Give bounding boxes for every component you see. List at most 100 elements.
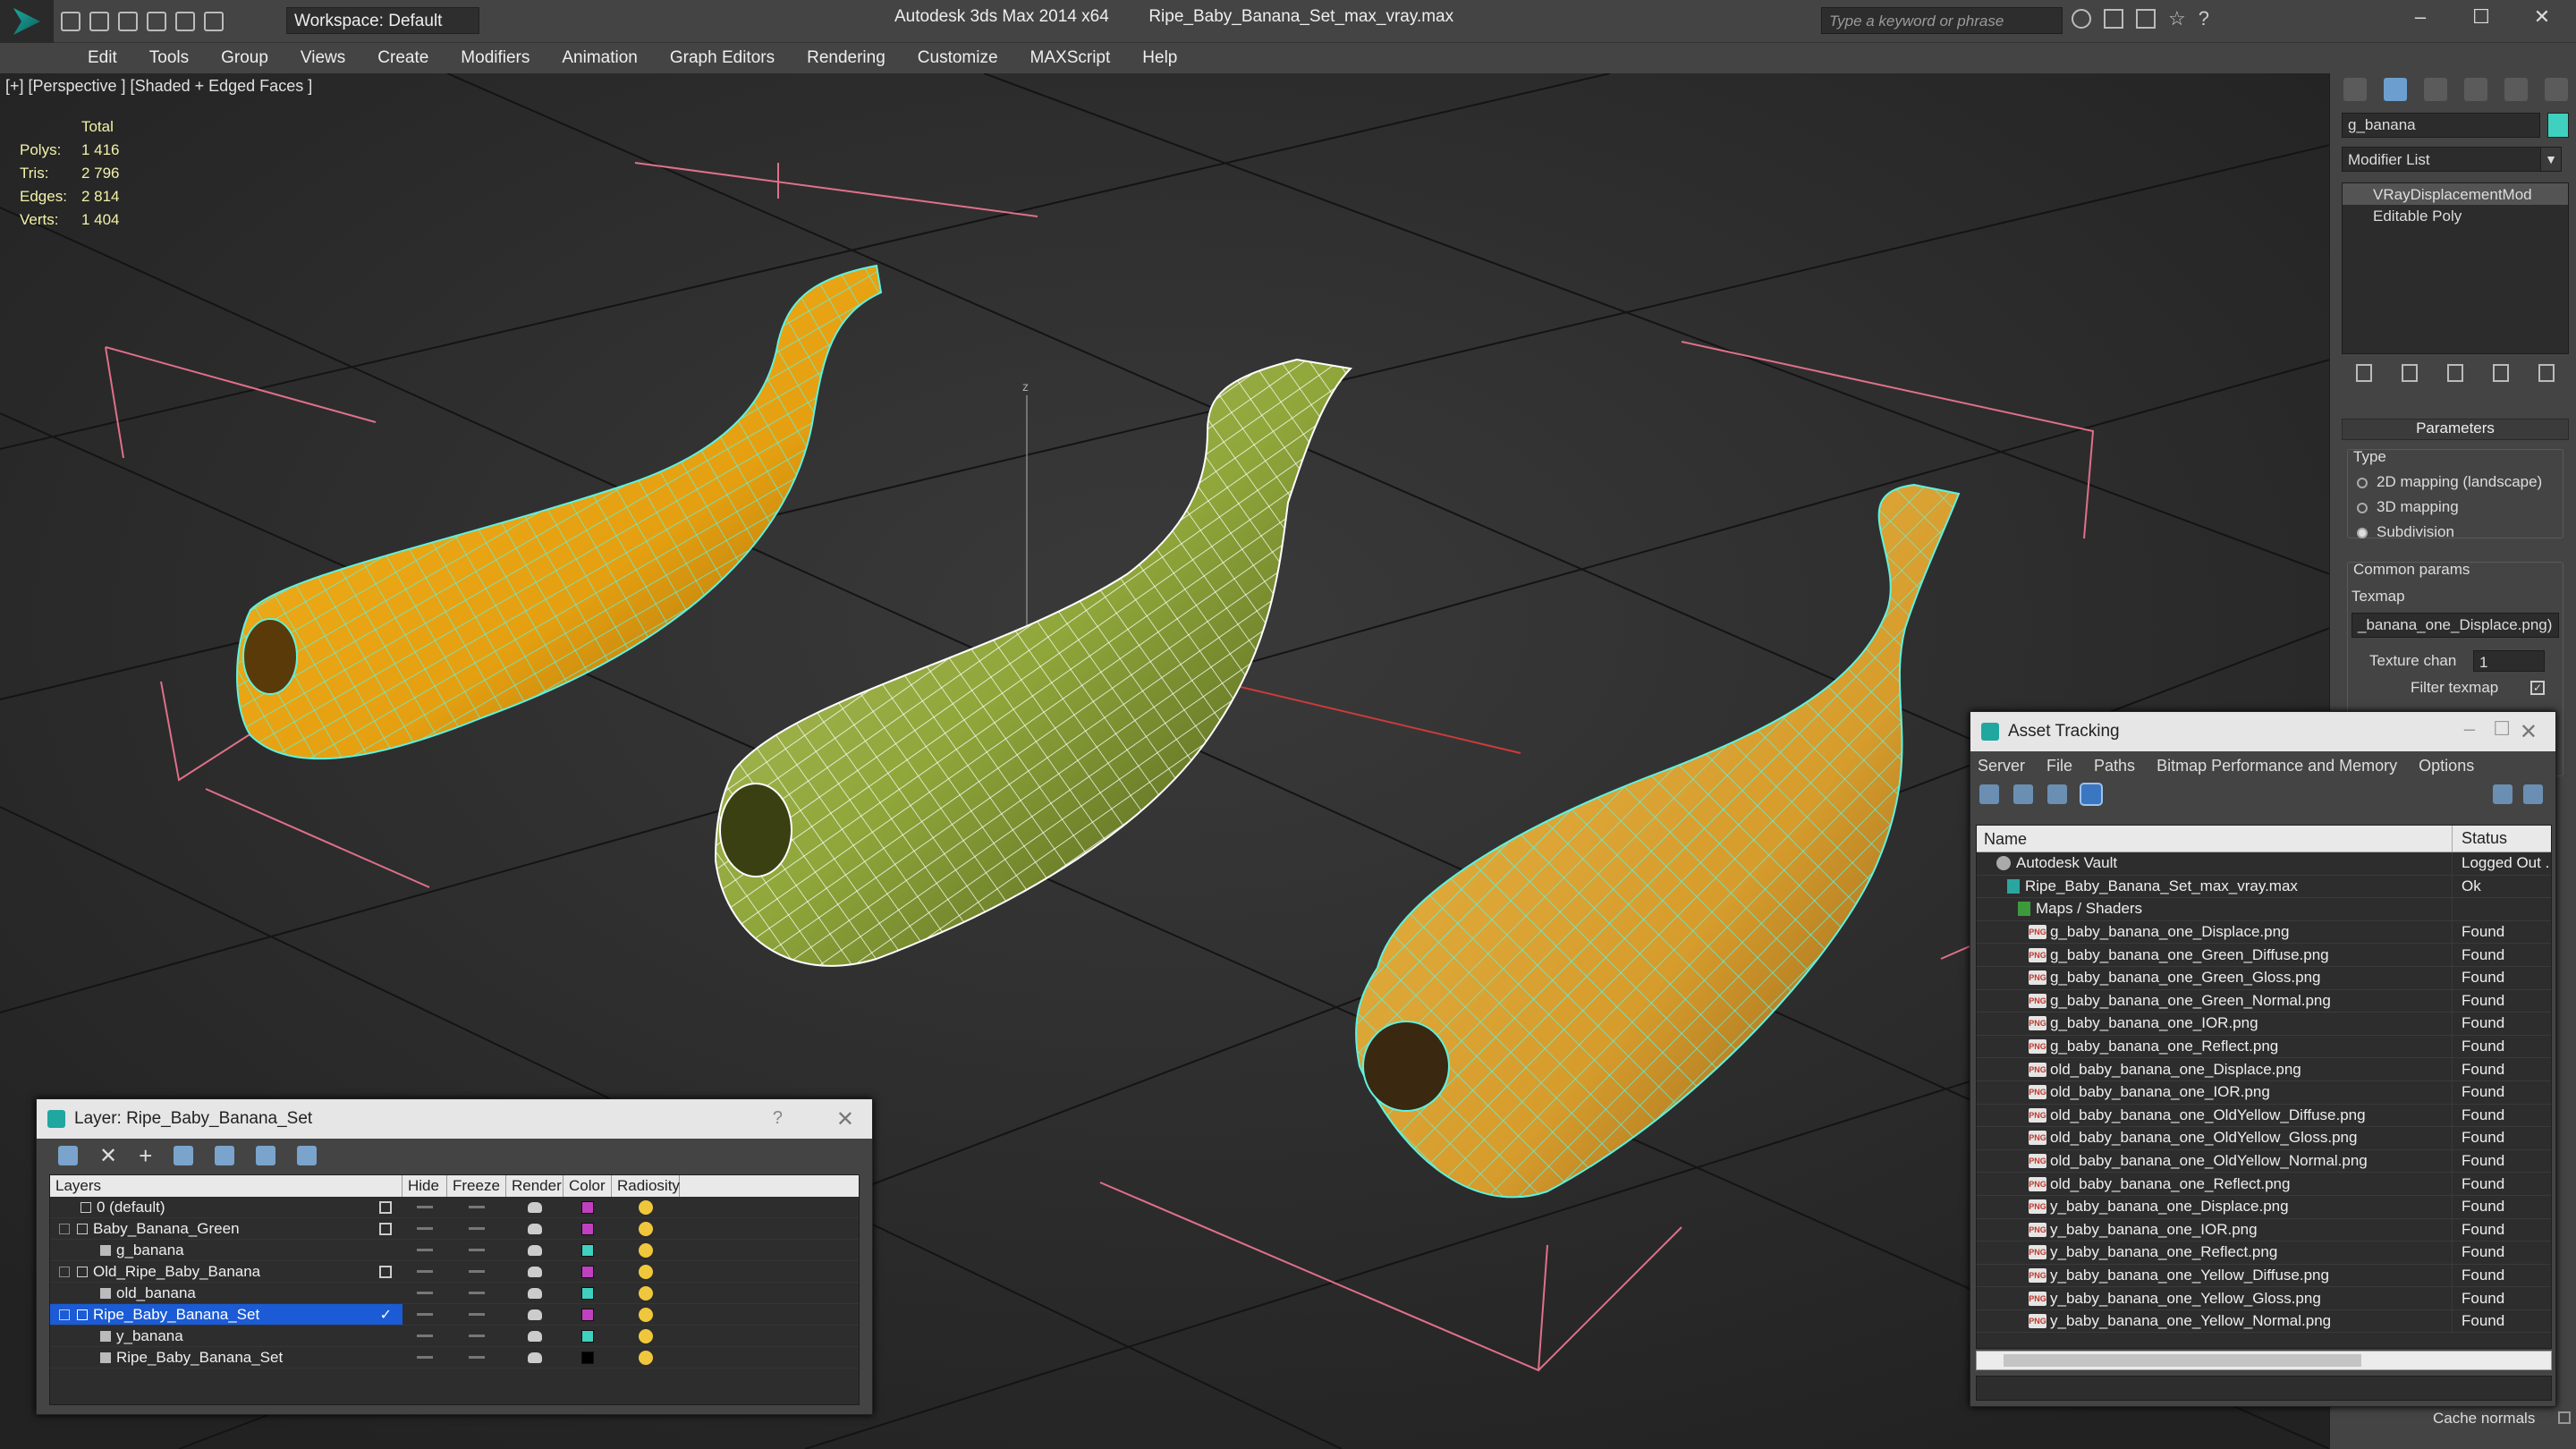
layer-name-cell[interactable]: g_banana bbox=[50, 1240, 402, 1260]
help-icon[interactable] bbox=[2493, 784, 2512, 804]
render-toggle[interactable] bbox=[506, 1218, 564, 1239]
remove-modifier-icon[interactable] bbox=[2492, 364, 2509, 382]
menu-file[interactable]: File bbox=[2046, 757, 2072, 775]
menu-modifiers[interactable]: Modifiers bbox=[445, 48, 546, 68]
table-row[interactable]: PNG y_baby_banana_one_Reflect.png Found bbox=[1977, 1241, 2551, 1265]
menu-maxscript[interactable]: MAXScript bbox=[1014, 48, 1127, 68]
help-button[interactable]: ? bbox=[773, 1108, 783, 1129]
save-file-icon[interactable] bbox=[118, 12, 138, 31]
table-row[interactable]: PNG y_baby_banana_one_IOR.png Found bbox=[1977, 1218, 2551, 1242]
render-toggle[interactable] bbox=[506, 1240, 564, 1260]
stack-item-vraydisplacement[interactable]: VRayDisplacementMod bbox=[2343, 183, 2568, 205]
radiosity-toggle[interactable] bbox=[612, 1240, 680, 1260]
layer-row[interactable]: Baby_Banana_Green bbox=[50, 1218, 859, 1240]
settings-icon[interactable] bbox=[2523, 784, 2543, 804]
freeze-toggle[interactable] bbox=[447, 1283, 506, 1303]
maximize-icon[interactable]: ☐ bbox=[2493, 717, 2511, 741]
display-tab-icon[interactable] bbox=[2504, 78, 2528, 101]
layer-name-cell[interactable]: y_banana bbox=[50, 1326, 402, 1346]
hide-all-icon[interactable] bbox=[256, 1146, 276, 1165]
freeze-toggle[interactable] bbox=[447, 1304, 506, 1325]
help-icon[interactable]: ? bbox=[2199, 9, 2209, 29]
table-row[interactable]: Maps / Shaders bbox=[1977, 898, 2551, 921]
close-button[interactable]: ✕ bbox=[2524, 5, 2560, 36]
radio-2d-mapping[interactable]: 2D mapping (landscape) bbox=[2357, 473, 2542, 491]
layer-row[interactable]: Ripe_Baby_Banana_Set bbox=[50, 1347, 859, 1368]
workspace-dropdown[interactable]: Workspace: Default bbox=[286, 7, 479, 34]
undo-icon[interactable] bbox=[147, 12, 166, 31]
hide-toggle[interactable] bbox=[402, 1261, 447, 1282]
list-view-icon[interactable] bbox=[2013, 784, 2033, 804]
radiosity-toggle[interactable] bbox=[612, 1218, 680, 1239]
texmap-button[interactable]: _banana_one_Displace.png) bbox=[2351, 613, 2559, 638]
menu-server[interactable]: Server bbox=[1978, 757, 2025, 775]
table-row[interactable]: PNG y_baby_banana_one_Yellow_Normal.png Fo… bbox=[1977, 1309, 2551, 1334]
current-layer-checkbox[interactable] bbox=[379, 1222, 392, 1235]
color-swatch[interactable] bbox=[564, 1283, 612, 1303]
menu-edit[interactable]: Edit bbox=[72, 48, 133, 68]
radio-subdivision[interactable]: Subdivision bbox=[2357, 523, 2454, 541]
radiosity-toggle[interactable] bbox=[612, 1347, 680, 1368]
table-row[interactable]: PNG y_baby_banana_one_Displace.png Found bbox=[1977, 1195, 2551, 1219]
object-color-swatch[interactable] bbox=[2547, 113, 2569, 138]
table-view-icon[interactable] bbox=[2080, 783, 2103, 806]
layer-name-cell[interactable]: Ripe_Baby_Banana_Set ✓ bbox=[50, 1304, 402, 1325]
app-logo-icon[interactable] bbox=[0, 0, 54, 43]
parameters-rollout[interactable]: Parameters bbox=[2342, 419, 2569, 440]
minimize-icon[interactable]: – bbox=[2464, 717, 2475, 741]
table-row[interactable]: PNG old_baby_banana_one_Displace.png Found bbox=[1977, 1058, 2551, 1081]
column-freeze[interactable]: Freeze bbox=[447, 1175, 506, 1197]
freeze-toggle[interactable] bbox=[447, 1261, 506, 1282]
menu-create[interactable]: Create bbox=[361, 48, 445, 68]
close-icon[interactable]: ✕ bbox=[836, 1106, 854, 1132]
menu-bitmap-performance[interactable]: Bitmap Performance and Memory bbox=[2157, 757, 2397, 775]
column-status[interactable]: Status bbox=[2453, 829, 2507, 848]
table-row[interactable]: PNG g_baby_banana_one_Green_Normal.png Fou… bbox=[1977, 989, 2551, 1013]
table-row[interactable]: PNG g_baby_banana_one_Reflect.png Found bbox=[1977, 1035, 2551, 1059]
radiosity-toggle[interactable] bbox=[612, 1197, 680, 1217]
select-objects-icon[interactable] bbox=[174, 1146, 194, 1165]
show-end-result-icon[interactable] bbox=[2402, 364, 2419, 382]
cache-normals-checkbox[interactable] bbox=[2558, 1411, 2571, 1424]
table-row[interactable]: PNG old_baby_banana_one_IOR.png Found bbox=[1977, 1080, 2551, 1105]
table-row[interactable]: PNG old_baby_banana_one_Reflect.png Found bbox=[1977, 1173, 2551, 1196]
make-unique-icon[interactable] bbox=[2446, 364, 2463, 382]
table-row[interactable]: PNG old_baby_banana_one_OldYellow_Gloss.p… bbox=[1977, 1127, 2551, 1150]
layer-name-cell[interactable]: old_banana bbox=[50, 1283, 402, 1303]
menu-tools[interactable]: Tools bbox=[133, 48, 205, 68]
hide-toggle[interactable] bbox=[402, 1347, 447, 1368]
create-tab-icon[interactable] bbox=[2343, 78, 2367, 101]
radio-3d-mapping[interactable]: 3D mapping bbox=[2357, 498, 2459, 516]
hierarchy-tab-icon[interactable] bbox=[2423, 78, 2447, 101]
freeze-toggle[interactable] bbox=[447, 1326, 506, 1346]
layer-dialog-titlebar[interactable]: Layer: Ripe_Baby_Banana_Set ? ✕ bbox=[37, 1099, 872, 1139]
filter-texmap-checkbox[interactable]: ✓ bbox=[2530, 681, 2545, 695]
layer-row[interactable]: g_banana bbox=[50, 1240, 859, 1261]
exchange-icon[interactable] bbox=[2136, 9, 2156, 29]
table-row[interactable]: PNG g_baby_banana_one_IOR.png Found bbox=[1977, 1013, 2551, 1036]
current-layer-checkbox[interactable] bbox=[379, 1200, 392, 1214]
menu-help[interactable]: Help bbox=[1126, 48, 1193, 68]
column-render[interactable]: Render bbox=[506, 1175, 564, 1197]
layer-row-selected[interactable]: Ripe_Baby_Banana_Set ✓ bbox=[50, 1304, 859, 1326]
freeze-toggle[interactable] bbox=[447, 1197, 506, 1217]
table-row[interactable]: PNG y_baby_banana_one_Yellow_Diffuse.png F… bbox=[1977, 1264, 2551, 1288]
column-layers[interactable]: Layers bbox=[50, 1175, 402, 1197]
table-row[interactable]: PNG old_baby_banana_one_OldYellow_Diffuse… bbox=[1977, 1104, 2551, 1128]
render-toggle[interactable] bbox=[506, 1283, 564, 1303]
texture-chan-spinner[interactable]: 1 bbox=[2473, 650, 2545, 672]
table-row[interactable]: PNG old_baby_banana_one_OldYellow_Normal.… bbox=[1977, 1149, 2551, 1174]
table-row[interactable]: Ripe_Baby_Banana_Set_max_vray.max Ok bbox=[1977, 875, 2551, 899]
layer-name-cell[interactable]: Baby_Banana_Green bbox=[50, 1218, 402, 1239]
color-swatch[interactable] bbox=[564, 1218, 612, 1239]
layer-row[interactable]: y_banana bbox=[50, 1326, 859, 1347]
menu-customize[interactable]: Customize bbox=[902, 48, 1014, 68]
hide-toggle[interactable] bbox=[402, 1326, 447, 1346]
menu-graph-editors[interactable]: Graph Editors bbox=[654, 48, 791, 68]
menu-group[interactable]: Group bbox=[205, 48, 284, 68]
render-toggle[interactable] bbox=[506, 1326, 564, 1346]
color-swatch[interactable] bbox=[564, 1304, 612, 1325]
column-hide[interactable]: Hide bbox=[402, 1175, 447, 1197]
refresh-icon[interactable] bbox=[1979, 784, 1999, 804]
freeze-toggle[interactable] bbox=[447, 1218, 506, 1239]
